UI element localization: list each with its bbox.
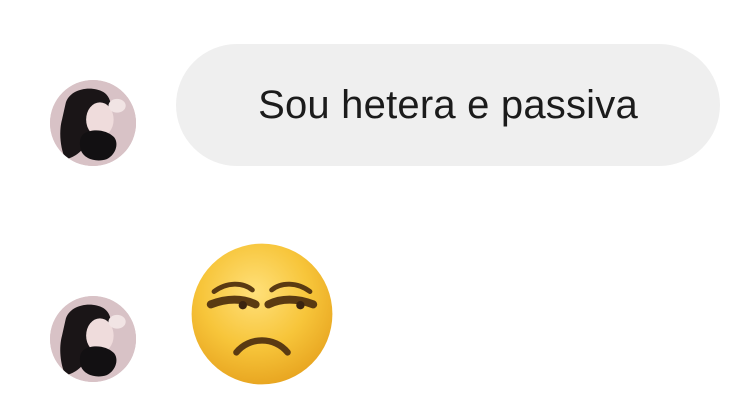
message-row xyxy=(0,200,737,416)
message-bubble[interactable]: Sou hetera e passiva xyxy=(176,44,720,166)
message-row: Sou hetera e passiva xyxy=(0,0,737,200)
message-text: Sou hetera e passiva xyxy=(258,82,638,127)
unamused-face-emoji-icon xyxy=(191,243,333,385)
user-avatar-photo-icon xyxy=(50,80,136,166)
avatar[interactable] xyxy=(50,296,136,382)
emoji-message[interactable] xyxy=(182,234,342,394)
chat-thread: Sou hetera e passiva xyxy=(0,0,737,416)
user-avatar-photo-icon xyxy=(50,296,136,382)
avatar[interactable] xyxy=(50,80,136,166)
